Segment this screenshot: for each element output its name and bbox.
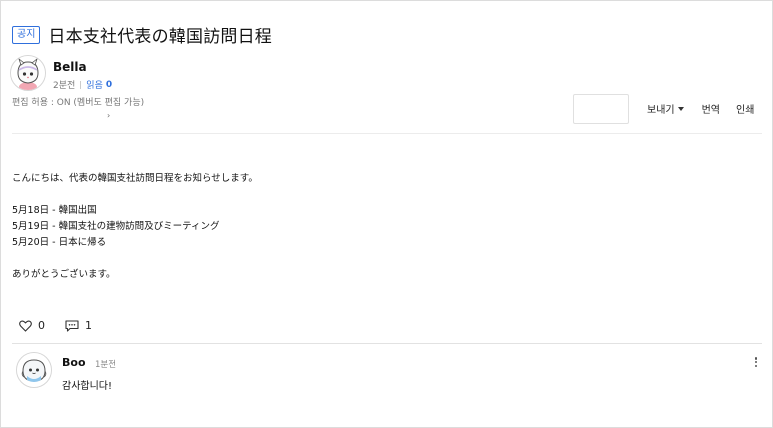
post-meta: 2분전 읽음 0 bbox=[53, 78, 112, 92]
header-divider bbox=[12, 133, 762, 134]
read-count[interactable]: 0 bbox=[106, 80, 112, 90]
chevron-down-icon bbox=[677, 106, 684, 111]
post-view: 공지 日本支社代表の韓国訪問日程 Bella 2분전 읽음 0 편집 허용 : … bbox=[0, 0, 773, 428]
comments-divider bbox=[12, 343, 762, 344]
send-button[interactable]: 보내기 bbox=[647, 101, 684, 116]
tiny-mark: › bbox=[107, 111, 111, 120]
comment-text: 감사합니다! bbox=[62, 381, 113, 392]
commenter-name[interactable]: Boo bbox=[62, 356, 86, 369]
like-button[interactable]: 0 bbox=[19, 319, 45, 332]
translate-button[interactable]: 번역 bbox=[702, 101, 720, 116]
post-body: こんにちは、代表の韓国支社訪問日程をお知らせします。 5月18日 - 韓国出国 … bbox=[12, 171, 258, 283]
heart-icon bbox=[19, 320, 32, 332]
more-vertical-icon[interactable] bbox=[751, 356, 761, 370]
schedule-item: 5月18日 - 韓国出国 bbox=[12, 205, 97, 216]
author-name[interactable]: Bella bbox=[53, 60, 87, 74]
post-title: 日本支社代表の韓国訪問日程 bbox=[48, 27, 273, 47]
body-intro: こんにちは、代表の韓国支社訪問日程をお知らせします。 bbox=[12, 173, 258, 184]
schedule-item: 5月19日 - 韓国支社の建物訪問及びミーティング bbox=[12, 221, 220, 232]
like-count: 0 bbox=[38, 319, 45, 332]
meta-separator bbox=[80, 80, 82, 89]
body-closing: ありがとうございます。 bbox=[12, 269, 116, 280]
title-row: 공지 日本支社代表の韓国訪問日程 bbox=[12, 22, 272, 47]
author-avatar[interactable] bbox=[10, 55, 46, 91]
read-label[interactable]: 읽음 bbox=[86, 78, 103, 91]
post-time: 2분전 bbox=[53, 81, 76, 91]
blank-box bbox=[573, 94, 629, 124]
comment-button[interactable]: 1 bbox=[65, 319, 92, 332]
comment-count: 1 bbox=[85, 319, 92, 332]
reaction-bar: 0 1 bbox=[19, 319, 92, 332]
comment-icon bbox=[65, 319, 79, 332]
edit-permission: 편집 허용 : ON (멤버도 편집 가능) bbox=[12, 98, 145, 108]
notice-badge: 공지 bbox=[12, 25, 41, 44]
post-toolbar: 보내기 번역 인쇄 bbox=[647, 101, 754, 116]
print-button[interactable]: 인쇄 bbox=[736, 101, 754, 116]
schedule-item: 5月20日 - 日本に帰る bbox=[12, 237, 107, 248]
send-label: 보내기 bbox=[647, 105, 675, 116]
comment-time: 1분전 bbox=[95, 360, 117, 370]
commenter-avatar[interactable] bbox=[16, 352, 52, 388]
